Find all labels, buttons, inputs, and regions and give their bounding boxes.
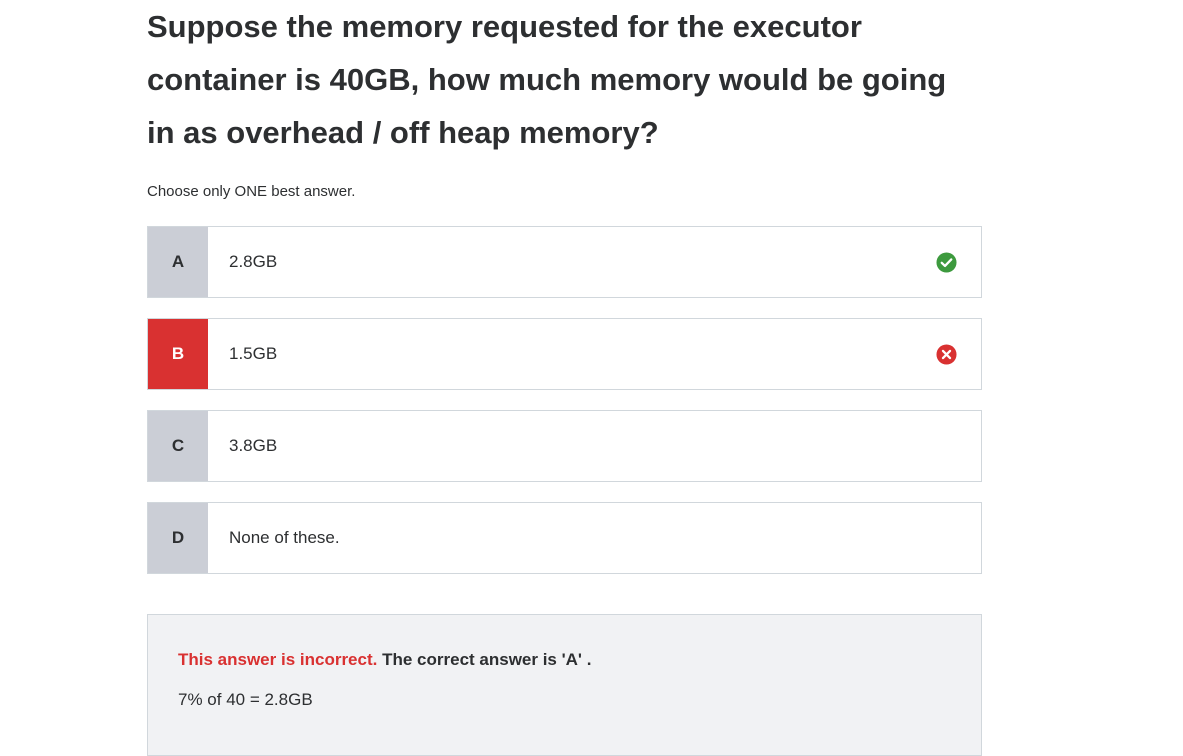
question-text: Suppose the memory requested for the exe… (147, 9, 947, 150)
option-letter: A (148, 227, 208, 297)
option-a[interactable]: A 2.8GB (147, 226, 982, 298)
x-circle-icon (936, 343, 957, 365)
explanation-text: 7% of 40 = 2.8GB (178, 690, 313, 709)
option-b[interactable]: B 1.5GB (147, 318, 982, 390)
option-letter: B (148, 319, 208, 389)
correct-answer-text: The correct answer is 'A' . (382, 650, 592, 669)
option-text: 2.8GB (229, 252, 278, 271)
option-text: None of these. (229, 528, 340, 547)
answer-instruction: Choose only ONE best answer. (147, 183, 356, 200)
option-letter: C (148, 411, 208, 481)
feedback-result: This answer is incorrect. The correct an… (178, 650, 591, 670)
option-d[interactable]: D None of these. (147, 502, 982, 574)
option-letter: D (148, 503, 208, 573)
option-c[interactable]: C 3.8GB (147, 410, 982, 482)
feedback-panel: This answer is incorrect. The correct an… (147, 614, 982, 756)
incorrect-label: This answer is incorrect. (178, 650, 378, 669)
option-text: 3.8GB (229, 436, 278, 455)
check-circle-icon (936, 251, 957, 273)
option-text: 1.5GB (229, 344, 278, 363)
